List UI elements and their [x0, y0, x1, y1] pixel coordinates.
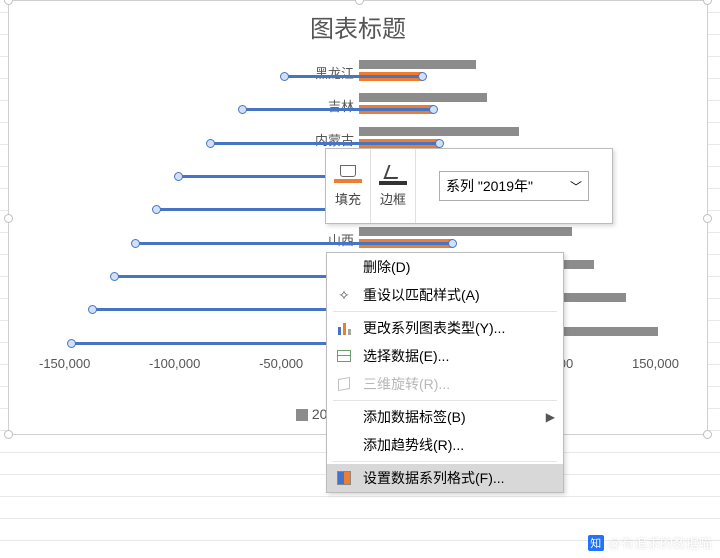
menu-format-data-series[interactable]: 设置数据系列格式(F)...: [327, 464, 563, 492]
bar-2020[interactable]: [359, 60, 476, 69]
blank-icon: [333, 258, 355, 276]
menu-add-trendline[interactable]: 添加趋势线(R)...: [327, 431, 563, 459]
menu-change-chart-type-label: 更改系列图表类型(Y)...: [363, 318, 505, 338]
chart-title[interactable]: 图表标题: [9, 1, 707, 44]
menu-add-data-labels-label: 添加数据标签(B): [363, 407, 466, 427]
x-axis-tick[interactable]: -100,000: [149, 356, 200, 376]
selection-handle-w[interactable]: [4, 214, 13, 223]
chevron-down-icon: ﹀: [570, 178, 582, 195]
menu-3d-rotation: 三维旋转(R)...: [327, 370, 563, 398]
x-axis-tick[interactable]: -150,000: [39, 356, 90, 376]
menu-delete-label: 删除(D): [363, 257, 410, 277]
menu-select-data[interactable]: 选择数据(E)...: [327, 342, 563, 370]
category-label[interactable]: 吉林: [299, 96, 354, 115]
selection-handle-sw[interactable]: [4, 430, 13, 439]
error-bar[interactable]: [210, 142, 440, 145]
paint-bucket-icon: [334, 165, 362, 187]
reset-style-icon: ✧: [333, 286, 355, 304]
bar-2020[interactable]: [359, 227, 572, 236]
category-label[interactable]: 内蒙古: [299, 130, 354, 149]
selection-handle-se[interactable]: [703, 430, 712, 439]
outline-button[interactable]: 边框: [371, 149, 416, 223]
table-icon: [333, 347, 355, 365]
menu-3d-rotation-label: 三维旋转(R)...: [363, 374, 450, 394]
menu-format-data-series-label: 设置数据系列格式(F)...: [363, 468, 505, 488]
context-menu: 删除(D) ✧ 重设以匹配样式(A) 更改系列图表类型(Y)... 选择数据(E…: [326, 252, 564, 493]
zhihu-logo-icon: 知: [588, 535, 604, 551]
bar-2020[interactable]: [359, 93, 487, 102]
format-series-icon: [333, 469, 355, 487]
blank-icon: [333, 436, 355, 454]
fill-button[interactable]: 填充: [326, 149, 371, 223]
chart-type-icon: [333, 319, 355, 337]
menu-reset-style-label: 重设以匹配样式(A): [363, 285, 480, 305]
x-axis-tick[interactable]: -50,000: [259, 356, 303, 376]
bar-2020[interactable]: [359, 127, 519, 136]
blank-icon: [333, 408, 355, 426]
category-label[interactable]: 黑龙江: [299, 63, 354, 82]
menu-separator: [333, 461, 557, 462]
mini-toolbar: 填充 边框 系列 "2019年" ﹀: [325, 148, 613, 224]
watermark: 知 @有追求的数据喵: [588, 533, 712, 552]
category-row: 吉林: [39, 89, 679, 122]
cube-icon: [333, 375, 355, 393]
series-selector[interactable]: 系列 "2019年" ﹀: [416, 149, 612, 223]
category-row: 山西: [39, 223, 679, 256]
pen-icon: [379, 165, 407, 187]
menu-separator: [333, 400, 557, 401]
submenu-arrow-icon: ▶: [546, 410, 555, 424]
error-bar[interactable]: [284, 75, 423, 78]
menu-reset-style[interactable]: ✧ 重设以匹配样式(A): [327, 281, 563, 309]
menu-add-data-labels[interactable]: 添加数据标签(B) ▶: [327, 403, 563, 431]
error-bar[interactable]: [135, 242, 453, 245]
fill-label: 填充: [335, 189, 361, 208]
series-selector-value: 系列 "2019年": [446, 176, 533, 196]
error-bar[interactable]: [242, 108, 434, 111]
x-axis-tick[interactable]: 150,000: [632, 356, 679, 376]
selection-handle-e[interactable]: [703, 214, 712, 223]
menu-select-data-label: 选择数据(E)...: [363, 346, 449, 366]
menu-change-chart-type[interactable]: 更改系列图表类型(Y)...: [327, 314, 563, 342]
watermark-text: @有追求的数据喵: [608, 533, 712, 552]
category-row: 黑龙江: [39, 56, 679, 89]
category-label[interactable]: 山西: [299, 230, 354, 249]
menu-delete[interactable]: 删除(D): [327, 253, 563, 281]
menu-separator: [333, 311, 557, 312]
outline-label: 边框: [380, 189, 406, 208]
menu-add-trendline-label: 添加趋势线(R)...: [363, 435, 464, 455]
legend-swatch-2020: [296, 409, 308, 421]
